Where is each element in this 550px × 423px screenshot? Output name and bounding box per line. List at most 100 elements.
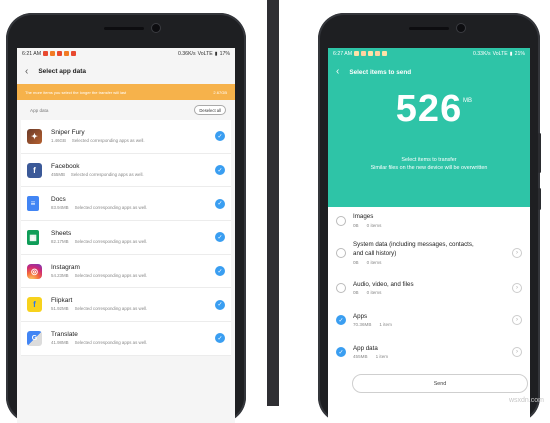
app-size: 54.23MB bbox=[51, 272, 69, 278]
power-button bbox=[538, 188, 541, 210]
category-size: 0B bbox=[353, 290, 359, 296]
status-time: 6:21 AM bbox=[22, 50, 42, 57]
status-time: 6:27 AM bbox=[333, 50, 353, 57]
warning-banner: The more items you select the longer the… bbox=[17, 84, 235, 100]
category-count: 0 items bbox=[366, 259, 382, 265]
list-item[interactable]: System data (including messages, contact… bbox=[328, 234, 530, 272]
deselect-all-button[interactable]: Deselect all bbox=[194, 105, 226, 115]
checked-icon[interactable]: ✓ bbox=[215, 333, 225, 344]
app-name: Flipkart bbox=[51, 297, 73, 305]
list-item[interactable]: ◎ Instagram 54.23MB Selected correspondi… bbox=[21, 255, 231, 289]
image-divider bbox=[267, 0, 279, 406]
list-item[interactable]: Audio, video, and files 0B 0 items › bbox=[328, 272, 530, 304]
app-size: 1.46GB bbox=[51, 137, 66, 143]
earpiece-speaker bbox=[104, 27, 144, 30]
notification-icon bbox=[57, 51, 63, 56]
checked-icon[interactable]: ✓ bbox=[336, 315, 346, 325]
app-note: Selected corresponding apps as well. bbox=[74, 306, 148, 312]
docs-icon: ≡ bbox=[27, 196, 39, 212]
back-arrow-icon[interactable]: ‹ bbox=[336, 67, 339, 77]
right-screen: 6:27 AM 0.33K/s VoLTE ▮ 21% ‹ Select ite… bbox=[328, 48, 530, 423]
page-title: Select items to send bbox=[349, 68, 412, 76]
app-size: 83.94MB bbox=[51, 205, 69, 211]
app-name: Docs bbox=[51, 196, 66, 204]
category-name: App data bbox=[353, 344, 378, 352]
app-header: ‹ Select app data bbox=[17, 59, 235, 84]
checked-icon[interactable]: ✓ bbox=[215, 198, 225, 209]
back-arrow-icon[interactable]: ‹ bbox=[25, 66, 28, 77]
app-name: Translate bbox=[51, 331, 78, 339]
chevron-right-icon[interactable]: › bbox=[512, 248, 522, 258]
network-speed: 0.36K/s bbox=[177, 50, 196, 57]
app-name: Sheets bbox=[51, 230, 72, 238]
signal-icon: ▮ bbox=[214, 50, 218, 57]
list-item[interactable]: ≡ Docs 83.94MB Selected corresponding ap… bbox=[21, 187, 231, 222]
watermark: wsxdn.com bbox=[508, 397, 544, 404]
list-item[interactable]: ✓ Apps 70.36MB 1 item › bbox=[328, 304, 530, 336]
left-screen: 6:21 AM 0.36K/s VoLTE ▮ 17% ‹ Select app… bbox=[17, 48, 235, 423]
total-size-unit: MB bbox=[463, 98, 472, 104]
category-count: 1 item bbox=[379, 322, 392, 328]
status-bar: 6:27 AM 0.33K/s VoLTE ▮ 21% bbox=[328, 48, 530, 59]
app-note: Selected corresponding apps as well. bbox=[74, 239, 148, 245]
earpiece-speaker bbox=[409, 27, 449, 30]
sheets-icon: ▦ bbox=[27, 229, 39, 245]
instagram-icon: ◎ bbox=[27, 263, 42, 279]
app-size: 455MB bbox=[51, 171, 65, 177]
unchecked-icon[interactable] bbox=[336, 248, 346, 258]
unchecked-icon[interactable] bbox=[336, 283, 346, 293]
category-size: 70.36MB bbox=[353, 322, 372, 328]
app-name: Instagram bbox=[51, 263, 80, 271]
translate-icon: G bbox=[27, 330, 42, 346]
checked-icon[interactable]: ✓ bbox=[215, 165, 225, 176]
sniper-fury-icon: ✦ bbox=[27, 128, 42, 144]
list-item[interactable]: f Facebook 455MB Selected corresponding … bbox=[21, 154, 231, 188]
checked-icon[interactable]: ✓ bbox=[215, 299, 225, 310]
chevron-right-icon[interactable]: › bbox=[512, 315, 522, 325]
notification-icon bbox=[64, 51, 70, 56]
checked-icon[interactable]: ✓ bbox=[215, 266, 225, 277]
summary-panel: 6:27 AM 0.33K/s VoLTE ▮ 21% ‹ Select ite… bbox=[328, 48, 530, 207]
notification-icon bbox=[361, 51, 367, 56]
notification-icon bbox=[368, 51, 374, 56]
battery-level: 17% bbox=[219, 50, 230, 57]
list-item[interactable]: ✓ App data 455MB 1 item › bbox=[328, 336, 530, 368]
list-item[interactable]: G Translate 41.98MB Selected correspondi… bbox=[21, 322, 231, 356]
front-camera bbox=[457, 24, 465, 32]
chevron-right-icon[interactable]: › bbox=[512, 347, 522, 357]
list-item[interactable]: ✦ Sniper Fury 1.46GB Selected correspond… bbox=[21, 120, 231, 154]
send-button[interactable]: Send bbox=[352, 374, 528, 393]
list-item[interactable]: ▦ Sheets 82.17MB Selected corresponding … bbox=[21, 221, 231, 255]
checked-icon[interactable]: ✓ bbox=[215, 232, 225, 243]
facebook-icon: f bbox=[27, 162, 42, 178]
category-name: System data (including messages, contact… bbox=[353, 241, 474, 257]
chevron-right-icon[interactable]: › bbox=[512, 283, 522, 293]
category-size: 0B bbox=[353, 222, 359, 228]
category-count: 1 item bbox=[375, 354, 389, 360]
notification-icon bbox=[354, 51, 360, 56]
flipkart-icon: f bbox=[27, 297, 42, 313]
list-header-label: App data bbox=[30, 107, 49, 113]
checked-icon[interactable]: ✓ bbox=[215, 131, 225, 142]
list-item[interactable]: f Flipkart 51.92MB Selected correspondin… bbox=[21, 288, 231, 323]
front-camera bbox=[152, 24, 160, 32]
right-phone: 6:27 AM 0.33K/s VoLTE ▮ 21% ‹ Select ite… bbox=[318, 13, 541, 423]
network-speed: 0.33K/s bbox=[472, 50, 491, 57]
notification-icon bbox=[375, 51, 381, 56]
battery-level: 21% bbox=[514, 50, 525, 57]
list-item[interactable]: Images 0B 0 items bbox=[328, 207, 530, 234]
category-count: 0 items bbox=[366, 290, 382, 296]
app-size: 41.98MB bbox=[51, 340, 69, 346]
checked-icon[interactable]: ✓ bbox=[336, 347, 346, 357]
transfer-note: Select items to transfer Similar files o… bbox=[328, 156, 530, 172]
app-note: Selected corresponding apps as well. bbox=[71, 137, 145, 143]
left-phone: 6:21 AM 0.36K/s VoLTE ▮ 17% ‹ Select app… bbox=[6, 13, 246, 423]
page-title: Select app data bbox=[38, 68, 87, 75]
transfer-note-line: Select items to transfer bbox=[401, 157, 457, 163]
unchecked-icon[interactable] bbox=[336, 215, 346, 226]
category-list: Images 0B 0 items System data (including… bbox=[328, 207, 530, 423]
notification-icon bbox=[71, 51, 77, 56]
app-size: 51.92MB bbox=[51, 306, 69, 312]
app-size: 82.17MB bbox=[51, 239, 69, 245]
signal-icon: ▮ bbox=[509, 50, 513, 57]
